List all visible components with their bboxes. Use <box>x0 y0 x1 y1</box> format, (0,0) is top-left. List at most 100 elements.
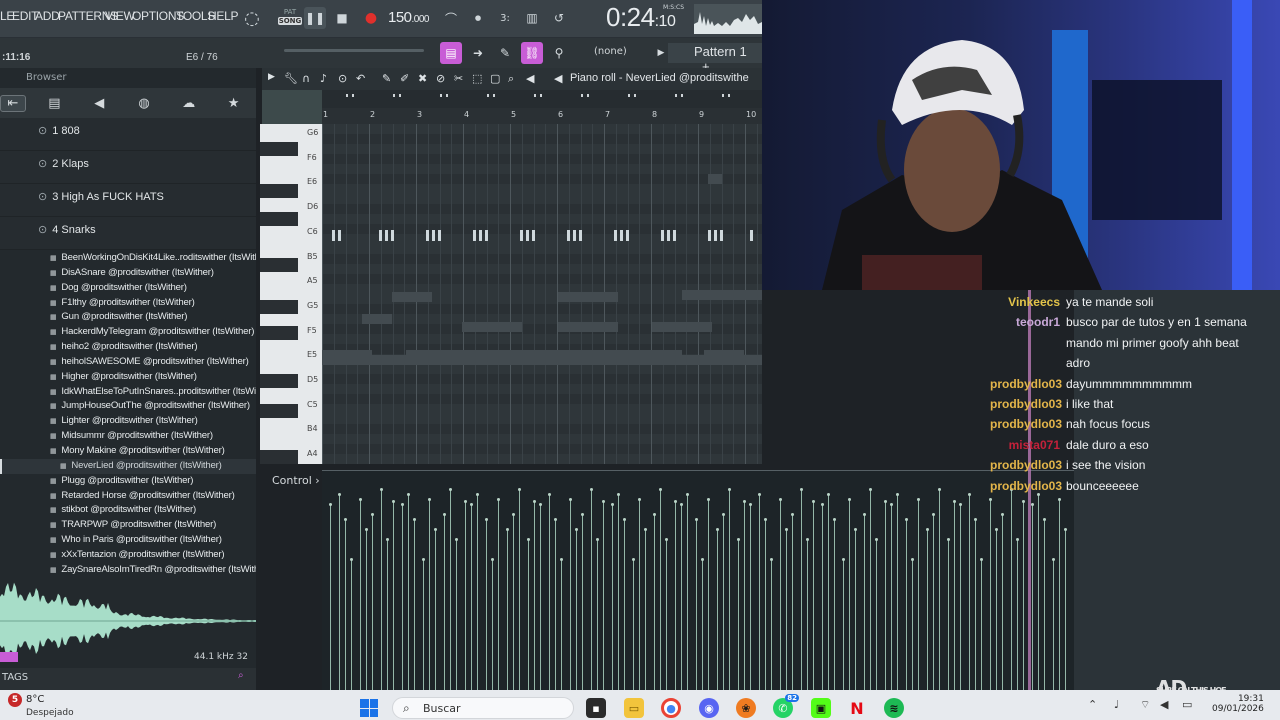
terminal-app-icon[interactable]: ▪ <box>586 698 606 718</box>
wait-input-icon[interactable]: ⏺ <box>467 7 489 29</box>
search-tags-icon[interactable]: ⌕ <box>238 670 244 681</box>
note[interactable] <box>338 230 341 241</box>
velocity-bar[interactable] <box>470 503 473 690</box>
black-key[interactable] <box>260 404 298 418</box>
velocity-bar[interactable] <box>821 503 824 690</box>
velocity-bar[interactable] <box>539 503 542 690</box>
velocity-bar[interactable] <box>716 528 719 690</box>
file-item[interactable]: ▦ IdkWhatElseToPutInSnares..proditswither… <box>0 385 256 400</box>
velocity-bar[interactable] <box>875 538 878 690</box>
velocity-bar[interactable] <box>932 513 935 690</box>
velocity-bar[interactable] <box>980 558 983 690</box>
note[interactable] <box>426 230 429 241</box>
velocity-bar[interactable] <box>953 500 956 690</box>
draw-icon[interactable]: ✎ <box>382 72 391 85</box>
note[interactable] <box>479 230 482 241</box>
discord-icon[interactable]: ◉ <box>699 698 719 718</box>
velocity-bar[interactable] <box>926 528 929 690</box>
black-key[interactable] <box>260 300 298 314</box>
velocity-bar[interactable] <box>728 488 731 690</box>
velocity-bar[interactable] <box>665 538 668 690</box>
note[interactable] <box>520 230 523 241</box>
velocity-bar[interactable] <box>707 498 710 690</box>
undo-icon[interactable]: ↶ <box>356 72 365 85</box>
velocity-bar[interactable] <box>800 488 803 690</box>
select-icon[interactable]: ⬚ <box>472 72 482 85</box>
velocity-bar[interactable] <box>575 528 578 690</box>
file-item[interactable]: ▦ Gun @proditswither (ItsWither) <box>0 310 256 325</box>
velocity-bar[interactable] <box>917 498 920 690</box>
velocity-bar[interactable] <box>1016 538 1019 690</box>
velocity-bar[interactable] <box>947 538 950 690</box>
note[interactable] <box>332 230 335 241</box>
velocity-bar[interactable] <box>938 488 941 690</box>
folder-hats[interactable]: ⊙ 3 High As FUCK HATS <box>0 184 256 217</box>
tags-bar[interactable]: TAGS ⌕ <box>0 668 256 690</box>
velocity-bar[interactable] <box>1022 500 1025 690</box>
velocity-bar[interactable] <box>455 538 458 690</box>
velocity-bar[interactable] <box>749 503 752 690</box>
velocity-bar[interactable] <box>380 488 383 690</box>
velocity-bar[interactable] <box>770 558 773 690</box>
piano-keyboard[interactable]: G6 F6 E6 D6 C6 B5 A5 G5 F5 E5 D5 C5 B4 A4 <box>260 124 322 464</box>
taskbar-search[interactable]: ⌕ Buscar <box>392 697 574 719</box>
velocity-bar[interactable] <box>422 558 425 690</box>
countdown-icon[interactable]: 3: <box>494 7 516 29</box>
black-key[interactable] <box>260 258 298 272</box>
chevron-up-icon[interactable]: ⌃ <box>1088 698 1097 711</box>
velocity-bar[interactable] <box>701 558 704 690</box>
velocity-bar[interactable] <box>791 513 794 690</box>
speaker-icon[interactable]: ◀ <box>554 72 562 85</box>
file-item[interactable]: ▦ stikbot @proditswither (ItsWither) <box>0 503 256 518</box>
spotify-icon[interactable]: ≋ <box>884 698 904 718</box>
velocity-bar[interactable] <box>722 513 725 690</box>
mic-icon[interactable]: ♩ <box>1114 698 1119 711</box>
velocity-bar[interactable] <box>497 498 500 690</box>
velocity-bar[interactable] <box>1031 503 1034 690</box>
paint-icon[interactable]: ✐ <box>400 72 409 85</box>
playback-icon[interactable]: ◀ <box>526 72 534 85</box>
velocity-bar[interactable] <box>365 528 368 690</box>
velocity-bar[interactable] <box>386 538 389 690</box>
velocity-bar[interactable] <box>785 528 788 690</box>
mute-icon[interactable]: ⊘ <box>436 72 445 85</box>
black-key[interactable] <box>260 450 298 464</box>
blend-notes-icon[interactable]: ↺ <box>548 7 570 29</box>
velocity-bar[interactable] <box>464 500 467 690</box>
velocity-bar[interactable] <box>758 493 761 690</box>
fl-studio-icon[interactable]: ❀ <box>736 698 756 718</box>
control-selector[interactable]: Control › <box>262 470 322 490</box>
velocity-bar[interactable] <box>602 500 605 690</box>
velocity-bar[interactable] <box>569 498 572 690</box>
velocity-bar[interactable] <box>695 518 698 690</box>
note[interactable] <box>532 230 535 241</box>
velocity-bar[interactable] <box>653 513 656 690</box>
file-item[interactable]: ▦ heiho2 @proditswither (ItsWither) <box>0 340 256 355</box>
velocity-bar[interactable] <box>485 518 488 690</box>
file-item[interactable]: ▦ Retarded Horse @proditswither (ItsWithe… <box>0 489 256 504</box>
file-item[interactable]: ▦ TRARPWP @proditswither (ItsWither) <box>0 518 256 533</box>
black-key[interactable] <box>260 212 298 226</box>
velocity-bar[interactable] <box>596 538 599 690</box>
file-item[interactable]: ▦ Mony Makine @proditswither (ItsWither) <box>0 444 256 459</box>
velocity-bar[interactable] <box>428 498 431 690</box>
note[interactable] <box>720 230 723 241</box>
velocity-bar[interactable] <box>743 500 746 690</box>
velocity-bar[interactable] <box>443 513 446 690</box>
velocity-bar[interactable] <box>632 558 635 690</box>
velocity-bar[interactable] <box>1058 498 1061 690</box>
file-item[interactable]: ▦ F1lthy @proditswither (ItsWither) <box>0 296 256 311</box>
velocity-bar[interactable] <box>554 518 557 690</box>
link-icon[interactable]: ⛓ <box>521 42 543 64</box>
chrome-icon[interactable]: ● <box>661 698 681 718</box>
velocity-bar[interactable] <box>581 513 584 690</box>
main-volume-slider[interactable] <box>284 49 424 52</box>
velocity-bar[interactable] <box>659 488 662 690</box>
velocity-bar[interactable] <box>401 503 404 690</box>
piano-roll-button[interactable]: ▤ <box>440 42 462 64</box>
menu-add[interactable]: ADD <box>35 9 60 23</box>
velocity-bar[interactable] <box>959 503 962 690</box>
velocity-bar[interactable] <box>737 538 740 690</box>
file-item[interactable]: ▦ DisASnare @proditswither (ItsWither) <box>0 266 256 281</box>
system-clock[interactable]: 19:31 09/01/2026 <box>1212 694 1264 714</box>
